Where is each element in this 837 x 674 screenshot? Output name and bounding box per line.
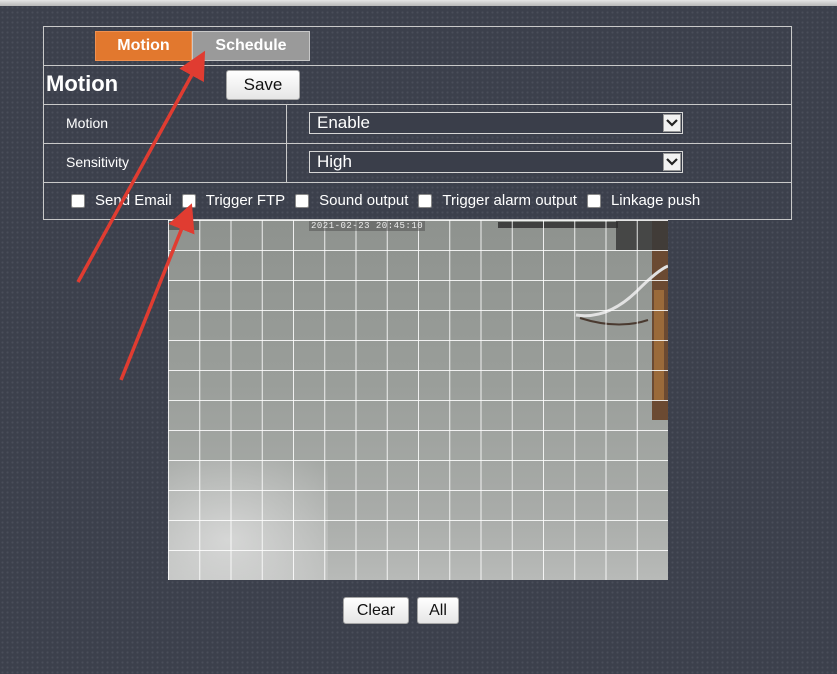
linkage-push-checkbox-item[interactable]: Linkage push (586, 192, 701, 209)
divider (44, 65, 791, 66)
motion-select[interactable]: Enable (309, 112, 683, 134)
trigger-alarm-output-label: Trigger alarm output (442, 192, 577, 209)
trigger-ftp-checkbox[interactable] (181, 193, 196, 208)
trigger-alarm-output-checkbox[interactable] (418, 193, 433, 208)
chevron-down-icon[interactable] (663, 153, 681, 171)
send-email-checkbox[interactable] (71, 193, 85, 208)
video-timestamp: 2021-02-23 20:45:10 (309, 221, 426, 231)
sensitivity-select[interactable]: High (309, 151, 683, 173)
sensitivity-select-value: High (317, 152, 352, 171)
motion-label: Motion (66, 115, 109, 131)
all-button[interactable]: All (417, 597, 459, 624)
alarm-actions-row: Send Email Trigger FTP Sound output Trig… (71, 192, 710, 209)
clear-button[interactable]: Clear (343, 597, 409, 624)
trigger-ftp-label: Trigger FTP (205, 192, 286, 209)
sound-output-label: Sound output (319, 192, 409, 209)
send-email-label: Send Email (95, 192, 172, 209)
send-email-checkbox-item[interactable]: Send Email (71, 192, 172, 209)
chevron-down-icon[interactable] (663, 114, 681, 132)
tab-motion[interactable]: Motion (95, 31, 192, 61)
divider (44, 182, 791, 183)
linkage-push-label: Linkage push (610, 192, 701, 209)
section-title: Motion (46, 71, 119, 96)
grid-actions: Clear All (343, 597, 459, 624)
tab-schedule[interactable]: Schedule (192, 31, 310, 61)
trigger-ftp-checkbox-item[interactable]: Trigger FTP (181, 192, 286, 209)
sensitivity-label: Sensitivity (66, 154, 130, 170)
browser-top-edge (0, 0, 837, 6)
motion-detection-grid[interactable] (168, 220, 668, 580)
motion-settings-panel: Motion Schedule Motion Save Motion Enabl… (43, 26, 792, 220)
sound-output-checkbox[interactable] (295, 193, 310, 208)
motion-select-value: Enable (317, 113, 370, 132)
sound-output-checkbox-item[interactable]: Sound output (295, 192, 408, 209)
divider (44, 104, 791, 105)
linkage-push-checkbox[interactable] (586, 193, 601, 208)
save-button[interactable]: Save (226, 70, 300, 100)
camera-preview[interactable]: 2021-02-23 20:45:10 (168, 220, 668, 580)
column-divider (286, 104, 287, 182)
trigger-alarm-output-checkbox-item[interactable]: Trigger alarm output (418, 192, 577, 209)
divider (44, 143, 791, 144)
